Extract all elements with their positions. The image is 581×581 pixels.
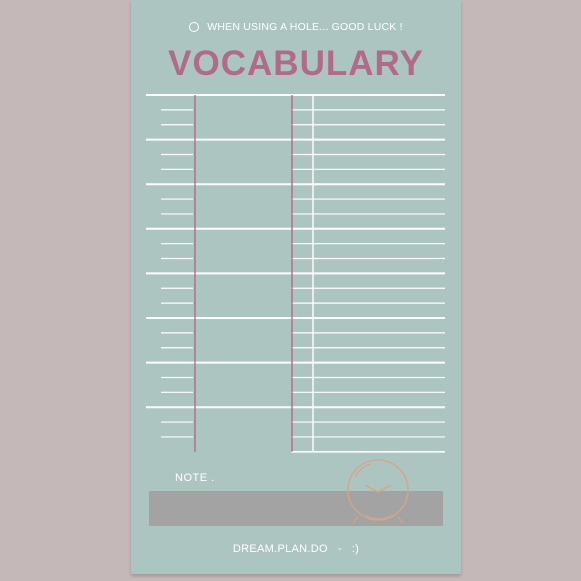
vocabulary-card: WHEN USING A HOLE... GOOD LUCK ! VOCABUL… xyxy=(131,0,461,574)
footer-brand: DREAM.PLAN.DO xyxy=(232,543,328,555)
footer-smiley: :) xyxy=(351,543,360,555)
footer-dash: - xyxy=(337,543,342,555)
footer: DREAM.PLAN.DO -:) xyxy=(131,543,461,555)
note-label: NOTE . xyxy=(175,472,215,484)
clock-icon xyxy=(347,459,409,524)
grid-lines xyxy=(146,94,445,453)
